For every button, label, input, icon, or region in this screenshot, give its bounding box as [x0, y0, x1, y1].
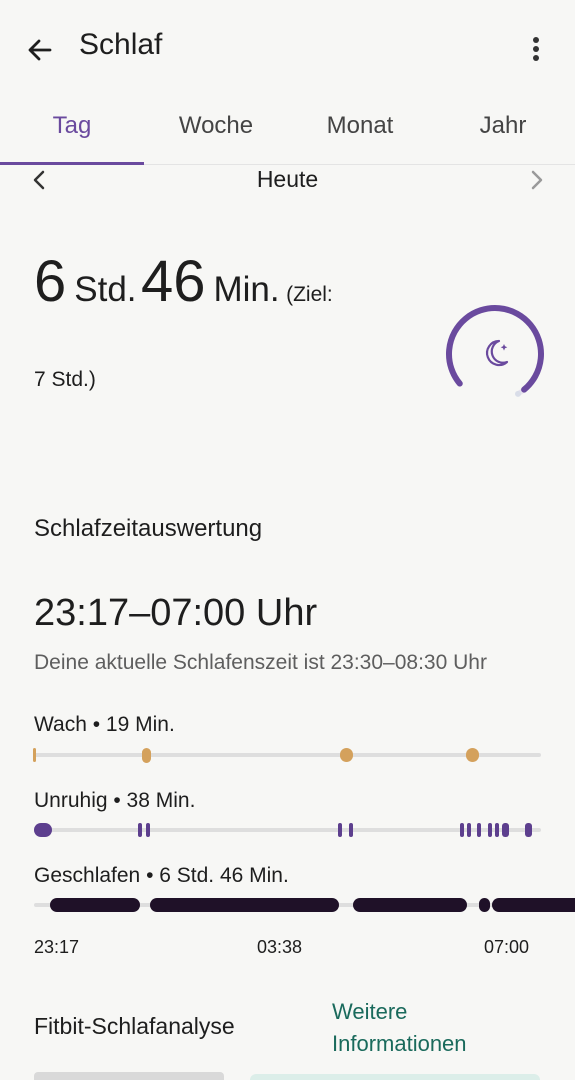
- restless-marker: [477, 823, 481, 837]
- minutes-value: 46: [140, 249, 206, 314]
- more-options-icon[interactable]: [530, 36, 542, 64]
- active-tab-indicator: [0, 162, 144, 165]
- tab-jahr[interactable]: Jahr: [433, 112, 573, 140]
- cut-off-card: [250, 1074, 540, 1080]
- page-title: Schlaf: [79, 28, 163, 61]
- asleep-stage-label: Geschlafen • 6 Std. 46 Min.: [34, 864, 289, 887]
- awake-stage-track: [34, 753, 541, 757]
- restless-marker: [467, 823, 471, 837]
- restless-marker: [138, 823, 142, 837]
- time-axis-end: 07:00: [484, 937, 530, 957]
- restless-marker: [502, 823, 509, 837]
- awake-stage-label: Wach • 19 Min.: [34, 713, 175, 736]
- back-arrow-icon[interactable]: [26, 36, 54, 64]
- tab-woche[interactable]: Woche: [146, 112, 286, 140]
- restless-marker: [338, 823, 342, 837]
- sleep-duration: 6 Std. 46 Min. (Ziel:: [34, 248, 333, 315]
- sleep-time-range: 23:17–07:00 Uhr: [34, 592, 318, 634]
- restless-marker: [525, 823, 532, 837]
- time-axis-middle: 03:38: [257, 937, 303, 957]
- goal-prefix: (Ziel:: [286, 283, 333, 306]
- asleep-segment: [150, 898, 339, 912]
- restless-marker: [34, 823, 52, 837]
- next-day-chevron-icon[interactable]: [530, 170, 544, 190]
- asleep-segment: [479, 898, 490, 912]
- asleep-segment: [353, 898, 467, 912]
- awake-marker: [340, 748, 353, 762]
- restless-marker: [488, 823, 492, 837]
- restless-marker: [349, 823, 353, 837]
- restless-marker: [495, 823, 499, 837]
- moon-stars-icon: [485, 339, 509, 367]
- cut-off-content: [34, 1072, 224, 1080]
- minutes-unit: Min.: [213, 270, 280, 309]
- more-info-link[interactable]: Weitere Informationen: [332, 996, 512, 1060]
- schedule-heading: Schlafzeitauswertung: [34, 515, 263, 542]
- restless-marker: [146, 823, 150, 837]
- awake-marker: [33, 748, 36, 762]
- sleep-goal-progress-ring: [442, 304, 548, 402]
- restless-marker: [460, 823, 464, 837]
- bedtime-schedule-text: Deine aktuelle Schlafenszeit ist 23:30–0…: [34, 651, 487, 674]
- asleep-segment: [492, 898, 575, 912]
- hours-value: 6: [34, 249, 67, 314]
- tab-monat[interactable]: Monat: [290, 112, 430, 140]
- time-axis-start: 23:17: [34, 937, 80, 957]
- tab-tag[interactable]: Tag: [2, 112, 142, 140]
- restless-stage-label: Unruhig • 38 Min.: [34, 789, 196, 812]
- goal-suffix: 7 Std.): [34, 368, 96, 391]
- awake-marker: [466, 748, 479, 762]
- asleep-segment: [50, 898, 140, 912]
- hours-unit: Std.: [74, 270, 137, 309]
- fitbit-analysis-heading: Fitbit-Schlafanalyse: [34, 1013, 235, 1039]
- awake-marker: [142, 748, 151, 763]
- restless-stage-track: [34, 828, 541, 832]
- date-label: Heute: [256, 166, 319, 192]
